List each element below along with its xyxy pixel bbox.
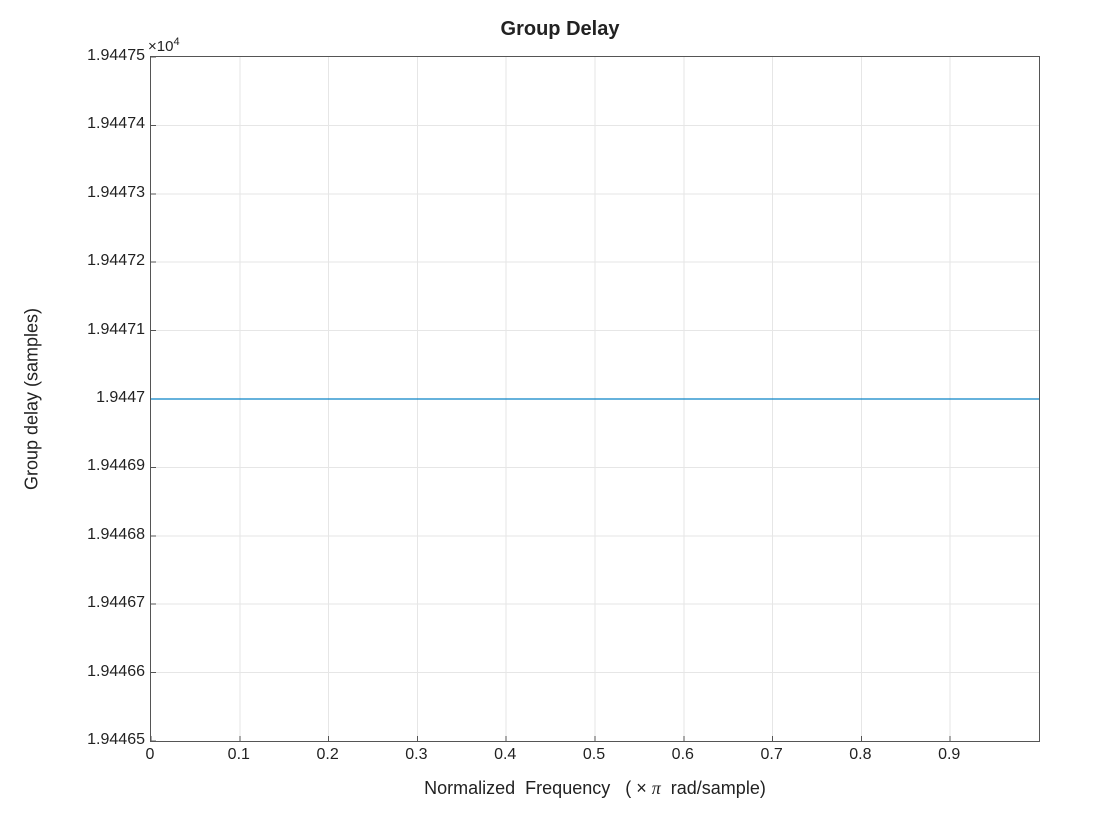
- y-axis-label: Group delay (samples): [22, 308, 43, 490]
- plot-area: [150, 56, 1040, 742]
- x-tick-label: 0.5: [583, 746, 605, 764]
- x-tick-label: 0.6: [672, 746, 694, 764]
- plot-svg: [151, 57, 1039, 741]
- y-tick-label: 1.94469: [87, 457, 145, 475]
- y-tick-label: 1.94465: [87, 731, 145, 749]
- y-tick-label: 1.94466: [87, 663, 145, 681]
- y-tick-label: 1.94475: [87, 47, 145, 65]
- x-tick-label: 0.9: [938, 746, 960, 764]
- figure: Group Delay ×104 00.10.20.30.40.50.60.70…: [0, 0, 1120, 840]
- x-tick-label: 0: [146, 746, 155, 764]
- y-tick-label: 1.94472: [87, 252, 145, 270]
- y-tick-label: 1.94471: [87, 321, 145, 339]
- x-tick-label: 0.1: [228, 746, 250, 764]
- x-axis-label-text: Normalized Frequency ( × π rad/sample): [424, 778, 766, 798]
- x-tick-label: 0.8: [849, 746, 871, 764]
- x-tick-label: 0.7: [760, 746, 782, 764]
- y-tick-label: 1.94467: [87, 594, 145, 612]
- y-tick-label: 1.94468: [87, 526, 145, 544]
- y-tick-label: 1.94474: [87, 115, 145, 133]
- x-axis-label: Normalized Frequency ( × π rad/sample): [150, 778, 1040, 799]
- y-axis-exponent: ×104: [148, 36, 180, 55]
- y-tick-label: 1.9447: [96, 389, 145, 407]
- x-tick-label: 0.2: [316, 746, 338, 764]
- y-tick-label: 1.94473: [87, 184, 145, 202]
- x-tick-label: 0.3: [405, 746, 427, 764]
- x-tick-label: 0.4: [494, 746, 516, 764]
